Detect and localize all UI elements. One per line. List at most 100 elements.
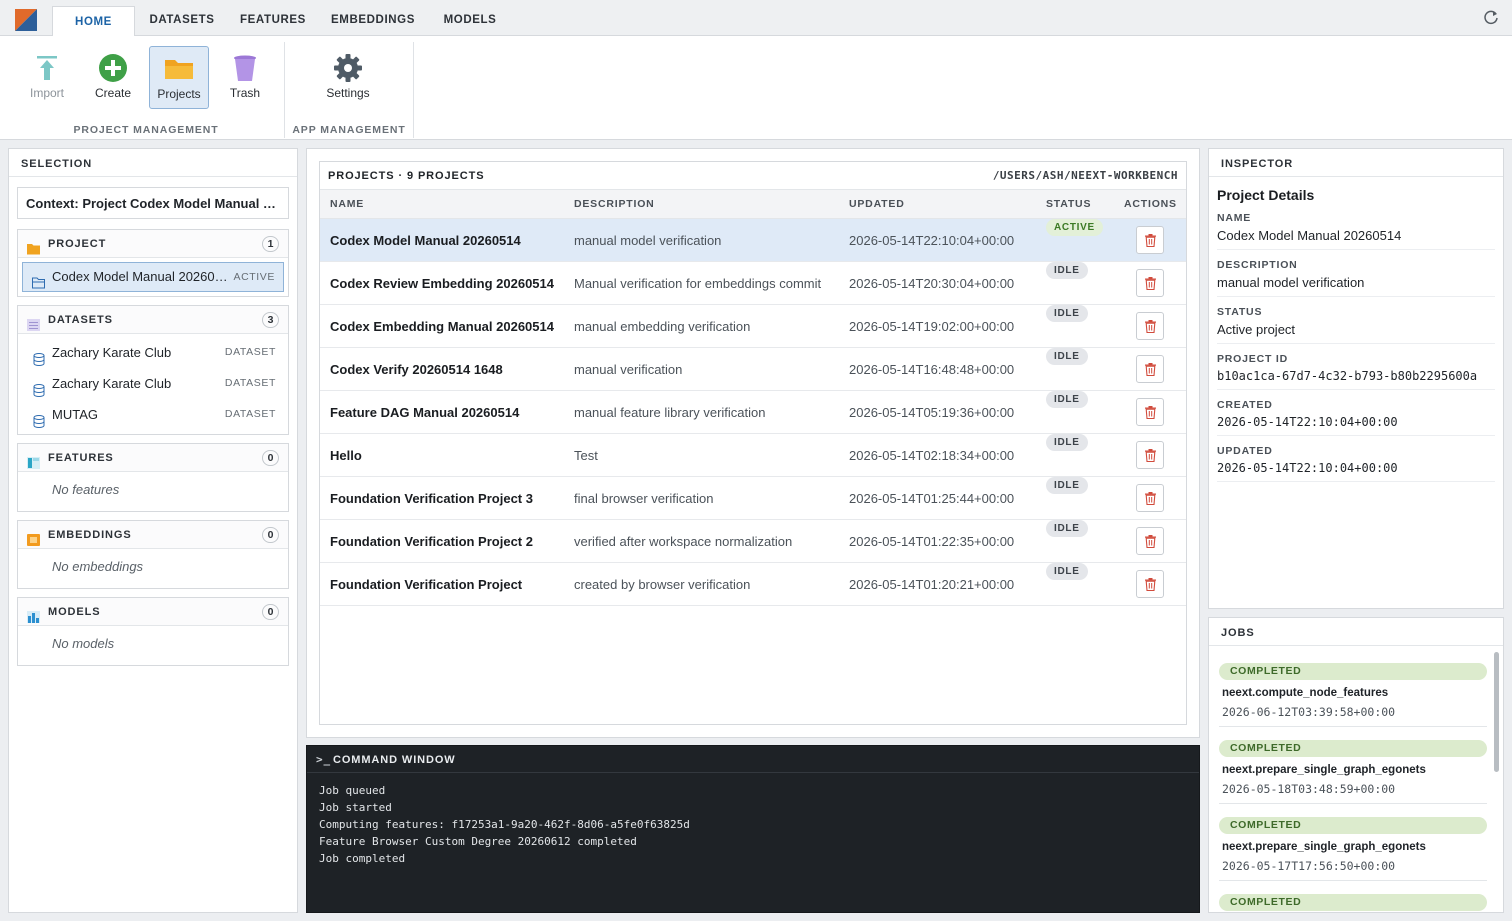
column-header-updated[interactable]: UPDATED	[849, 190, 905, 219]
import-label: Import	[29, 86, 64, 100]
folder-open-icon	[32, 271, 45, 289]
tab-models[interactable]: MODELS	[432, 0, 508, 36]
column-header-status[interactable]: STATUS	[1046, 190, 1091, 219]
datasets-section-header[interactable]: DATASETS 3	[18, 306, 288, 334]
status-badge: IDLE	[1046, 477, 1088, 494]
delete-button[interactable]	[1136, 398, 1164, 426]
plus-circle-icon	[97, 52, 129, 84]
inspector-field-name: NAME Codex Model Manual 20260514	[1209, 212, 1503, 250]
job-item[interactable]: COMPLETED neext.compute_node_features 20…	[1219, 663, 1487, 727]
row-updated: 2026-05-14T01:20:21+00:00	[849, 577, 1015, 592]
features-count-badge: 0	[262, 450, 279, 466]
row-name: Codex Embedding Manual 20260514	[330, 319, 554, 334]
row-description: final browser verification	[574, 491, 714, 506]
table-row[interactable]: Feature DAG Manual 20260514 manual featu…	[320, 391, 1186, 434]
features-section-label: FEATURES	[48, 452, 114, 464]
projects-table-header: PROJECTS · 9 PROJECTS /USERS/ASH/NEEXT-W…	[320, 162, 1186, 190]
dataset-item-name: MUTAG	[52, 407, 98, 422]
features-section-header[interactable]: FEATURES 0	[18, 444, 288, 472]
delete-button[interactable]	[1136, 484, 1164, 512]
dataset-item[interactable]: MUTAG DATASET	[18, 399, 288, 430]
command-window[interactable]: >_ COMMAND WINDOW Job queued Job started…	[306, 745, 1200, 913]
row-name: Foundation Verification Project 3	[330, 491, 533, 506]
selection-title: SELECTION	[9, 149, 297, 177]
delete-button[interactable]	[1136, 441, 1164, 469]
job-item[interactable]: COMPLETED neext.prepare_single_graph_ego…	[1219, 817, 1487, 881]
column-header-description[interactable]: DESCRIPTION	[574, 190, 655, 219]
dataset-item[interactable]: Zachary Karate Club DATASET	[18, 368, 288, 399]
row-description: manual feature library verification	[574, 405, 766, 420]
field-label: DESCRIPTION	[1217, 259, 1298, 271]
row-updated: 2026-05-14T16:48:48+00:00	[849, 362, 1015, 377]
projects-table: PROJECTS · 9 PROJECTS /USERS/ASH/NEEXT-W…	[319, 161, 1187, 725]
command-line: Job started	[319, 801, 392, 814]
project-item[interactable]: Codex Model Manual 20260514 ACTIVE	[22, 262, 284, 292]
dataset-item-name: Zachary Karate Club	[52, 376, 172, 391]
field-value: Codex Model Manual 20260514	[1217, 228, 1495, 250]
tab-features[interactable]: FEATURES	[232, 0, 314, 36]
folder-icon	[163, 53, 195, 85]
settings-button[interactable]: Settings	[318, 46, 378, 109]
dataset-item[interactable]: Zachary Karate Club DATASET	[18, 337, 288, 368]
projects-button[interactable]: Projects	[149, 46, 209, 109]
row-name: Hello	[330, 448, 362, 463]
inspector-panel: INSPECTOR Project Details NAME Codex Mod…	[1208, 148, 1504, 609]
group-label-app-management: APP MANAGEMENT	[292, 124, 406, 136]
table-row[interactable]: Codex Review Embedding 20260514 Manual v…	[320, 262, 1186, 305]
tab-datasets[interactable]: DATASETS	[140, 0, 224, 36]
trash-icon	[1145, 578, 1156, 591]
models-section-label: MODELS	[48, 606, 101, 618]
create-button[interactable]: Create	[83, 46, 143, 109]
import-button[interactable]: Import	[17, 46, 77, 109]
table-row[interactable]: Codex Verify 20260514 1648 manual verifi…	[320, 348, 1186, 391]
embeddings-section-header[interactable]: EMBEDDINGS 0	[18, 521, 288, 549]
command-line: Computing features: f17253a1-9a20-462f-8…	[319, 818, 690, 831]
trash-icon	[1145, 277, 1156, 290]
row-updated: 2026-05-14T22:10:04+00:00	[849, 233, 1015, 248]
trash-label: Trash	[229, 86, 261, 100]
trash-button[interactable]: Trash	[215, 46, 275, 109]
delete-button[interactable]	[1136, 570, 1164, 598]
job-item[interactable]: COMPLETED neext.prepare_single_graph_ego…	[1219, 740, 1487, 804]
models-section-header[interactable]: MODELS 0	[18, 598, 288, 626]
projects-title: PROJECTS · 9 PROJECTS	[328, 170, 485, 182]
status-badge: IDLE	[1046, 348, 1088, 365]
table-row[interactable]: Hello Test 2026-05-14T02:18:34+00:00 IDL…	[320, 434, 1186, 477]
table-row[interactable]: Foundation Verification Project 2 verifi…	[320, 520, 1186, 563]
refresh-icon[interactable]	[1482, 8, 1500, 26]
delete-button[interactable]	[1136, 527, 1164, 555]
job-time: 2026-06-12T03:39:58+00:00	[1222, 705, 1396, 719]
table-row[interactable]: Codex Embedding Manual 20260514 manual e…	[320, 305, 1186, 348]
bar-chart-icon	[27, 606, 40, 623]
tab-embeddings[interactable]: EMBEDDINGS	[322, 0, 424, 36]
dataset-tag: DATASET	[224, 408, 276, 420]
row-updated: 2026-05-14T20:30:04+00:00	[849, 276, 1015, 291]
delete-button[interactable]	[1136, 226, 1164, 254]
table-row[interactable]: Foundation Verification Project created …	[320, 563, 1186, 606]
delete-button[interactable]	[1136, 355, 1164, 383]
delete-button[interactable]	[1136, 312, 1164, 340]
terminal-prompt-icon: >_	[316, 753, 332, 766]
job-item[interactable]: COMPLETED	[1219, 894, 1487, 911]
jobs-scrollbar[interactable]	[1494, 652, 1499, 772]
column-header-name[interactable]: NAME	[330, 190, 364, 219]
project-section-header[interactable]: PROJECT 1	[18, 230, 288, 258]
inspector-field-description: DESCRIPTION manual model verification	[1209, 259, 1503, 297]
table-row[interactable]: Foundation Verification Project 3 final …	[320, 477, 1186, 520]
context-field[interactable]: Context: Project Codex Model Manual 2026…	[17, 187, 289, 219]
dataset-tag: DATASET	[224, 346, 276, 358]
row-description: created by browser verification	[574, 577, 751, 592]
models-section: MODELS 0 No models	[17, 597, 289, 666]
row-updated: 2026-05-14T19:02:00+00:00	[849, 319, 1015, 334]
inspector-title: INSPECTOR	[1209, 149, 1503, 177]
delete-button[interactable]	[1136, 269, 1164, 297]
trash-icon	[1145, 234, 1156, 247]
tab-home[interactable]: HOME	[52, 6, 135, 37]
field-label: NAME	[1217, 212, 1252, 224]
inspector-field-updated: UPDATED 2026-05-14T22:10:04+00:00	[1209, 445, 1503, 482]
command-window-title: COMMAND WINDOW	[333, 754, 456, 766]
status-badge: IDLE	[1046, 434, 1088, 451]
job-status-badge: COMPLETED	[1219, 894, 1487, 911]
table-row[interactable]: Codex Model Manual 20260514 manual model…	[320, 219, 1186, 262]
field-label: UPDATED	[1217, 445, 1273, 457]
